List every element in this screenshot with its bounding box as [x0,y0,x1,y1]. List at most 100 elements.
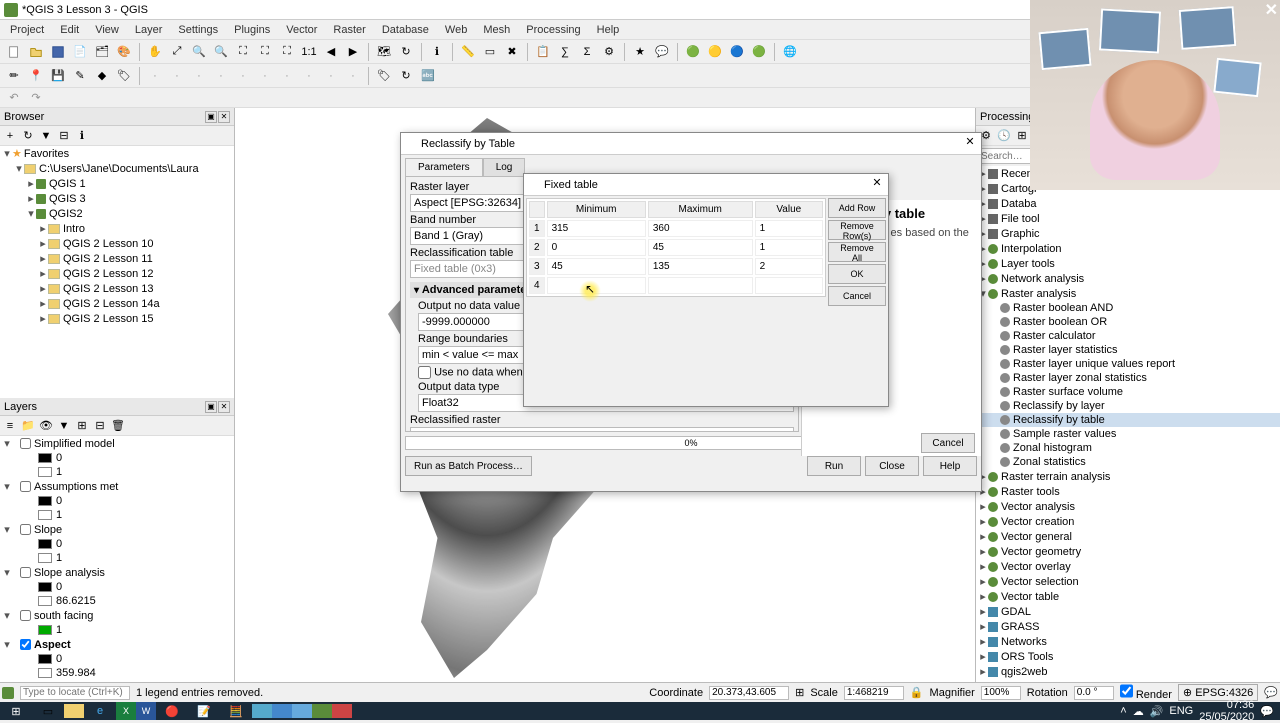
help-button[interactable]: Help [923,456,977,476]
layer-Slope[interactable]: ▾Slope [0,522,234,537]
layer-Aspect[interactable]: ▾Aspect [0,637,234,652]
grp-Vector-selection[interactable]: ▸Vector selection [976,574,1280,589]
plugin3-icon[interactable]: 🔵 [727,42,747,62]
history-icon[interactable]: 🕓 [996,128,1012,144]
grp-Vector-table[interactable]: ▸Vector table [976,589,1280,604]
prov-GRASS[interactable]: ▸GRASS [976,619,1280,634]
menu-edit[interactable]: Edit [54,22,85,38]
tray-cloud-icon[interactable]: ☁ [1133,705,1144,718]
properties-icon[interactable]: ℹ [74,128,90,144]
zoom-in-icon[interactable]: 🔍 [189,42,209,62]
menu-database[interactable]: Database [376,22,435,38]
messages-icon[interactable]: 💬 [1264,686,1278,699]
add-feature-icon[interactable]: 📍 [26,66,46,86]
table-row[interactable]: 20451 [529,239,823,256]
menu-settings[interactable]: Settings [172,22,224,38]
algo-Reclassify-by-layer[interactable]: Reclassify by layer [976,399,1280,413]
prov-GDAL[interactable]: ▸GDAL [976,604,1280,619]
output-input[interactable]: [Save to temporary file]… ▾ [410,427,794,432]
dock-icon[interactable]: ▣ [205,111,217,123]
menu-help[interactable]: Help [591,22,626,38]
open-project-icon[interactable] [26,42,46,62]
collapse-all-icon[interactable]: ⊟ [92,418,108,434]
edge-icon[interactable]: e [84,702,116,720]
new-map-icon[interactable]: 🗺 [374,42,394,62]
chrome-icon[interactable]: 🔴 [156,702,188,720]
project-QGIS 1[interactable]: ▸QGIS 1 [0,176,234,191]
tab-log[interactable]: Log [483,158,526,177]
qgis-task-icon[interactable] [312,704,332,718]
tray-up-icon[interactable]: ˄ [1120,705,1126,717]
zoom-last-icon[interactable]: ◀ [321,42,341,62]
lesson-QGIS-2-Lesson-11[interactable]: ▸QGIS 2 Lesson 11 [0,251,234,266]
taskview-icon[interactable]: ▭ [32,702,64,720]
zoom-next-icon[interactable]: ▶ [343,42,363,62]
remove-layer-icon[interactable]: 🗑 [110,418,126,434]
excel-icon[interactable]: X [116,702,136,720]
move-label-icon[interactable]: 🏷 [374,66,394,86]
grp-Databa[interactable]: ▸Databa [976,196,1280,211]
lesson-QGIS-2-Lesson-12[interactable]: ▸QGIS 2 Lesson 12 [0,266,234,281]
plugin2-icon[interactable]: 🟡 [705,42,725,62]
layer-Assumptions-met[interactable]: ▾Assumptions met [0,479,234,494]
remove-row-button[interactable]: Remove Row(s) [828,220,886,240]
zoom-full-icon[interactable]: ⛶ [233,42,253,62]
new-layout-icon[interactable]: 📄 [70,42,90,62]
app4-icon[interactable] [332,704,352,718]
algo-Raster-surface-volume[interactable]: Raster surface volume [976,385,1280,399]
edit-toggle-icon[interactable]: ✏ [4,66,24,86]
tray-notif-icon[interactable]: 💬 [1260,705,1274,718]
prov-ORS Tools[interactable]: ▸ORS Tools [976,649,1280,664]
menu-raster[interactable]: Raster [327,22,371,38]
annotation-icon[interactable]: 💬 [652,42,672,62]
fav-path-node[interactable]: ▾C:\Users\Jane\Documents\Laura [0,161,234,176]
grp-Graphic[interactable]: ▸Graphic [976,226,1280,241]
algo-Raster-layer-unique-values-report[interactable]: Raster layer unique values report [976,357,1280,371]
prov-qgis2web[interactable]: ▸qgis2web [976,664,1280,679]
bookmark-icon[interactable]: ★ [630,42,650,62]
refresh-browser-icon[interactable]: ↻ [20,128,36,144]
grp-Interpolation[interactable]: ▸Interpolation [976,241,1280,256]
favorites-node[interactable]: ▾★Favorites [0,146,234,161]
refresh-icon[interactable]: ↻ [396,42,416,62]
add-group-icon[interactable]: 📁 [20,418,36,434]
menu-vector[interactable]: Vector [280,22,323,38]
tab-parameters[interactable]: Parameters [405,158,483,177]
notepad-icon[interactable]: 📝 [188,702,220,720]
locator-input[interactable] [20,686,130,700]
menu-web[interactable]: Web [439,22,473,38]
expand-icon[interactable]: ⊞ [74,418,90,434]
deselect-icon[interactable]: ✖ [502,42,522,62]
grp-File tool[interactable]: ▸File tool [976,211,1280,226]
close-button[interactable]: Close [865,456,919,476]
change-label-icon[interactable]: 🔤 [418,66,438,86]
scale-input[interactable] [844,686,904,700]
zoom-out-icon[interactable]: 🔍 [211,42,231,62]
browser-tree[interactable]: ▾★Favorites▾C:\Users\Jane\Documents\Laur… [0,146,234,398]
toolbox-icon[interactable]: ⚙ [599,42,619,62]
attr-table-icon[interactable]: 📋 [533,42,553,62]
algo-Raster-layer-statistics[interactable]: Raster layer statistics [976,343,1280,357]
plugin4-icon[interactable]: 🟢 [749,42,769,62]
filter-browser-icon[interactable]: ▼ [38,128,54,144]
lesson-QGIS-2-Lesson-10[interactable]: ▸QGIS 2 Lesson 10 [0,236,234,251]
grp-Layer-tools[interactable]: ▸Layer tools [976,256,1280,271]
lesson-Intro[interactable]: ▸Intro [0,221,234,236]
lock-icon[interactable]: 🔒 [910,686,924,699]
layer-Slope-analysis[interactable]: ▾Slope analysis [0,565,234,580]
algo-Sample-raster-values[interactable]: Sample raster values [976,427,1280,441]
project-QGIS 3[interactable]: ▸QGIS 3 [0,191,234,206]
close-icon[interactable]: ✕ [868,176,886,194]
select-icon[interactable]: ▭ [480,42,500,62]
mag-input[interactable] [981,686,1021,700]
lesson-QGIS-2-Lesson-13[interactable]: ▸QGIS 2 Lesson 13 [0,281,234,296]
style-icon[interactable]: ≡ [2,418,18,434]
layer-Simplified-model[interactable]: ▾Simplified model [0,436,234,451]
algo-Zonal-statistics[interactable]: Zonal statistics [976,455,1280,469]
menu-plugins[interactable]: Plugins [228,22,276,38]
start-icon[interactable]: ⊞ [0,702,32,720]
layers-tree[interactable]: ▾Simplified model01▾Assumptions met01▾Sl… [0,436,234,688]
app1-icon[interactable] [252,704,272,718]
dock-icon[interactable]: ▣ [205,401,217,413]
grp-Vector-creation[interactable]: ▸Vector creation [976,514,1280,529]
